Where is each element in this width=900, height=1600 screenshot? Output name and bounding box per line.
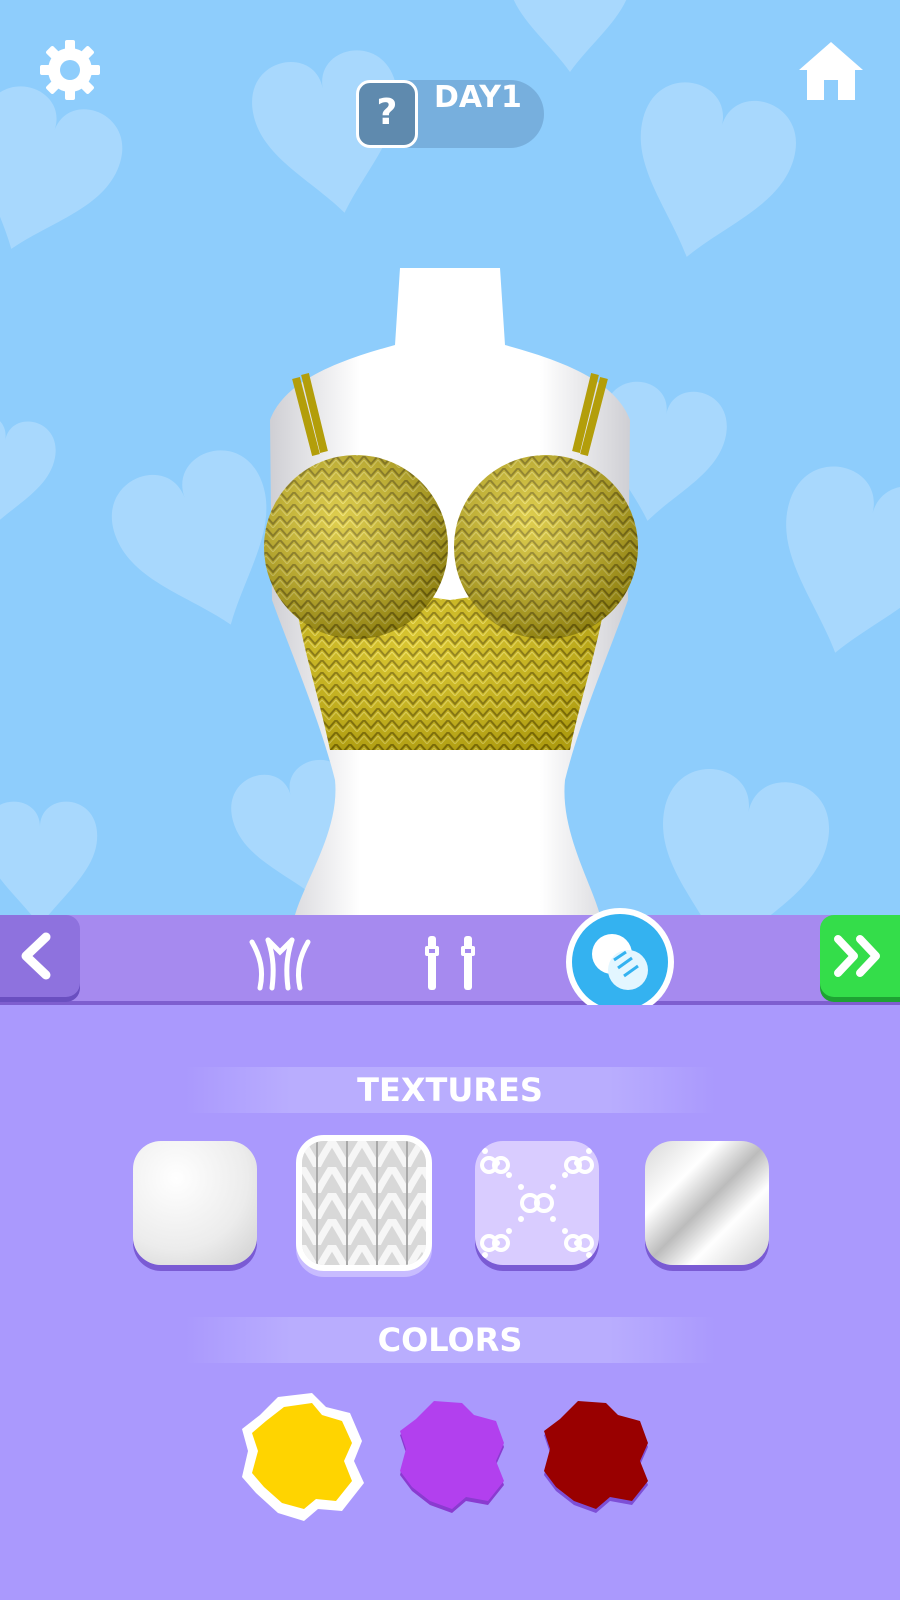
texture-knit[interactable] (296, 1135, 432, 1271)
day-label: DAY1 (434, 80, 522, 115)
colors-title: COLORS (377, 1321, 523, 1359)
texture-plain[interactable] (133, 1141, 257, 1265)
double-chevron-right-icon (834, 935, 880, 977)
yellow-paint-blob (242, 1393, 364, 1521)
game-screen: ? DAY1 TEXTURES COLORS (0, 0, 900, 1600)
day-indicator: ? DAY1 (356, 80, 544, 148)
help-button[interactable]: ? (356, 80, 418, 148)
home-button[interactable] (796, 38, 866, 102)
color-swatch-purple[interactable] (392, 1397, 512, 1517)
next-button[interactable] (820, 915, 900, 997)
textures-title: TEXTURES (357, 1071, 543, 1109)
settings-button[interactable] (38, 38, 102, 102)
back-button[interactable] (0, 915, 80, 997)
texture-pattern[interactable] (475, 1141, 599, 1265)
home-icon (799, 42, 863, 100)
monogram-pattern-icon (480, 1148, 594, 1258)
straps-icon (425, 936, 475, 990)
purple-paint-blob (400, 1401, 504, 1513)
fabric-texture-icon (592, 934, 648, 990)
customization-panel: TEXTURES COLORS (0, 1005, 900, 1600)
texture-satin[interactable] (645, 1141, 769, 1265)
knit-texture-icon (302, 1141, 426, 1265)
color-swatch-yellow[interactable] (234, 1385, 374, 1525)
tab-straps[interactable] (420, 930, 480, 994)
color-swatch-red[interactable] (536, 1397, 656, 1517)
tab-shape[interactable] (246, 930, 314, 994)
red-paint-blob (544, 1401, 648, 1513)
gear-icon (40, 40, 100, 100)
tab-texture-fill (572, 914, 668, 1010)
chevron-left-icon (21, 932, 51, 980)
shape-style-icon (249, 937, 311, 991)
tab-texture[interactable] (566, 908, 674, 1016)
